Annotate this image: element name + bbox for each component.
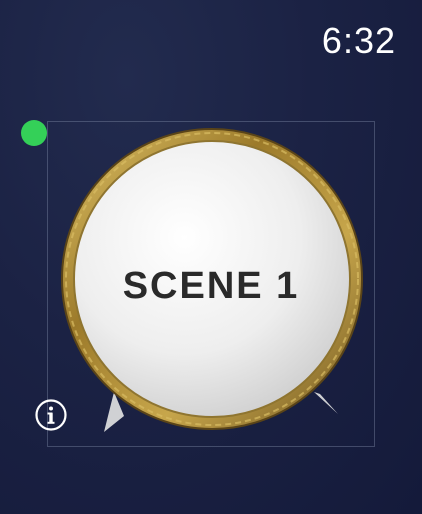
dial-leg-right — [314, 392, 338, 414]
info-icon[interactable] — [34, 398, 68, 432]
scene-label[interactable]: SCENE 1 — [0, 265, 422, 308]
green-dot-indicator — [21, 120, 47, 146]
status-time: 6:32 — [321, 20, 396, 61]
